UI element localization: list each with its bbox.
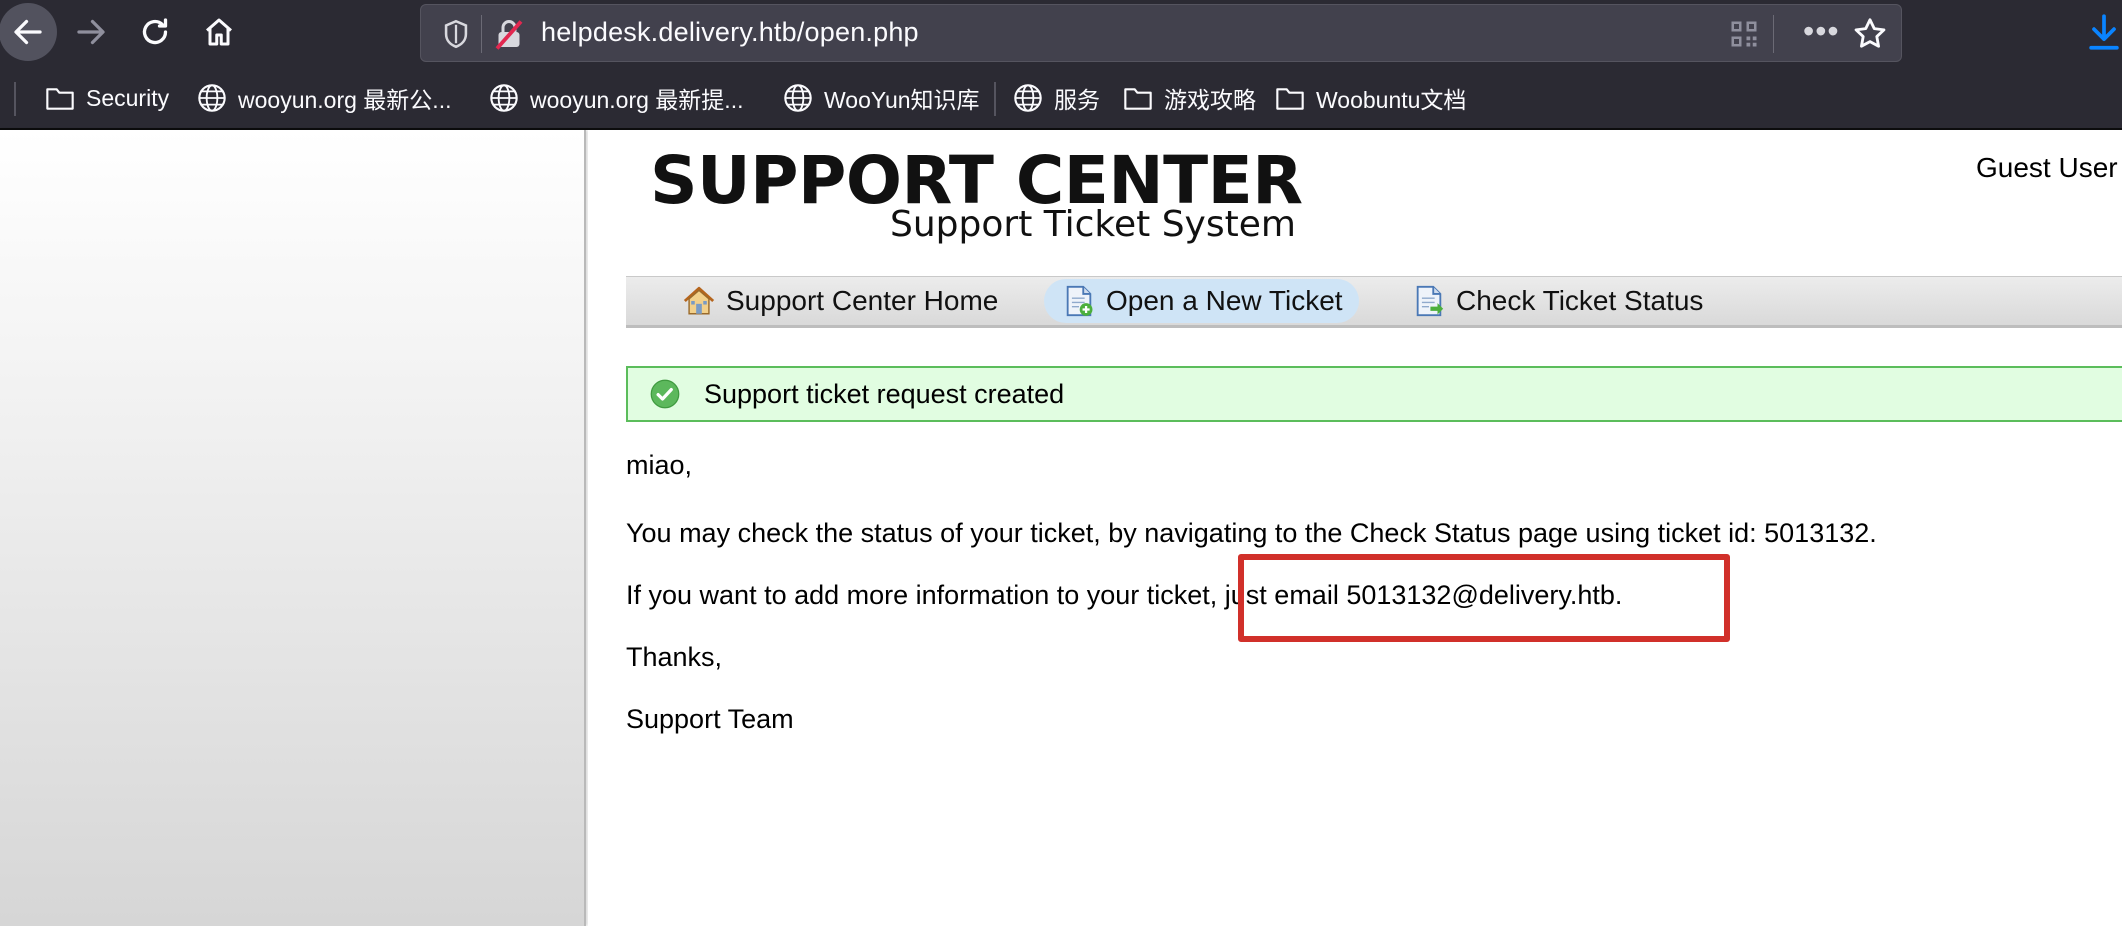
home-button[interactable] [190, 0, 248, 64]
bookmark-label: Woobuntu文档 [1316, 87, 1467, 113]
annotation-highlight-box [1238, 554, 1730, 642]
message-status-line: You may check the status of your ticket,… [626, 518, 1877, 548]
support-center-page: SUPPORT CENTER Support Ticket System Gue… [588, 130, 2122, 926]
bookmark-label: wooyun.org 最新提... [530, 87, 744, 113]
bookmarks-divider [14, 82, 16, 116]
nav-label: Check Ticket Status [1456, 285, 1704, 316]
address-bar[interactable]: helpdesk.delivery.htb/open.php ••• [420, 4, 1902, 62]
tracking-shield-icon[interactable] [439, 17, 473, 51]
main-nav: Support Center Home Open a New Ticket Ch… [626, 276, 2122, 328]
urlbar-divider [1773, 15, 1774, 53]
folder-icon [46, 88, 74, 110]
ticket-status-icon [1416, 285, 1444, 317]
insecure-lock-icon[interactable] [491, 17, 527, 53]
bookmark-label: WooYun知识库 [824, 87, 980, 113]
download-arrow-icon[interactable] [2086, 12, 2122, 52]
globe-icon [198, 84, 226, 112]
nav-label: Open a New Ticket [1106, 285, 1343, 316]
bookmark-security[interactable]: Security [44, 80, 169, 116]
bookmark-woobuntu-docs[interactable]: Woobuntu文档 [1274, 80, 1466, 116]
folder-icon [1124, 88, 1152, 110]
nav-open-new-ticket[interactable]: Open a New Ticket [1044, 279, 1359, 323]
forward-button[interactable] [62, 0, 120, 64]
page-background-gutter [0, 130, 586, 926]
forward-arrow-icon [77, 19, 105, 45]
globe-icon [490, 84, 518, 112]
bookmarks-bar: Security wooyun.org 最新公... wooyun.org 最新… [0, 66, 2122, 130]
user-label: Guest User [1976, 152, 2118, 183]
bookmark-services[interactable]: 服务 [1012, 80, 1100, 116]
bookmark-game-guides[interactable]: 游戏攻略 [1122, 80, 1256, 116]
page-actions-menu-icon[interactable]: ••• [1803, 13, 1840, 50]
browser-toolbar: helpdesk.delivery.htb/open.php ••• [0, 0, 2122, 66]
bookmark-wooyun-submit[interactable]: wooyun.org 最新提... [488, 80, 743, 116]
message-signature: Support Team [626, 704, 794, 734]
back-arrow-icon [14, 19, 42, 45]
reload-icon [142, 18, 168, 45]
home-icon [206, 18, 232, 46]
globe-icon [1014, 84, 1042, 112]
bookmark-star-icon[interactable] [1851, 15, 1889, 53]
bookmark-label: 游戏攻略 [1164, 87, 1256, 113]
urlbar-divider [481, 15, 482, 53]
nav-label: Support Center Home [726, 285, 999, 316]
notice-text: Support ticket request created [704, 378, 1065, 409]
reload-button[interactable] [126, 0, 184, 64]
home-icon [683, 286, 715, 315]
qr-code-icon[interactable] [1729, 19, 1759, 49]
new-ticket-icon [1066, 285, 1093, 317]
url-text[interactable]: helpdesk.delivery.htb/open.php [541, 17, 919, 48]
bookmark-label: Security [86, 84, 170, 111]
logo-subtitle: Support Ticket System [890, 204, 1296, 245]
back-button[interactable] [0, 0, 58, 64]
message-greeting: miao, [626, 450, 693, 480]
page-viewport: SUPPORT CENTER Support Ticket System Gue… [0, 130, 2122, 926]
bookmark-label: 服务 [1054, 87, 1100, 113]
nav-support-center-home[interactable]: Support Center Home [682, 279, 998, 323]
message-thanks: Thanks, [626, 642, 723, 672]
nav-check-ticket-status[interactable]: Check Ticket Status [1412, 279, 1703, 323]
folder-icon [1276, 88, 1304, 110]
globe-icon [784, 84, 812, 112]
checkmark-icon [650, 379, 680, 409]
bookmarks-divider [994, 82, 996, 116]
bookmark-wooyun-announce[interactable]: wooyun.org 最新公... [196, 80, 451, 116]
success-notice: Support ticket request created [626, 366, 2122, 422]
bookmark-wooyun-kb[interactable]: WooYun知识库 [782, 80, 980, 116]
bookmark-label: wooyun.org 最新公... [238, 87, 452, 113]
